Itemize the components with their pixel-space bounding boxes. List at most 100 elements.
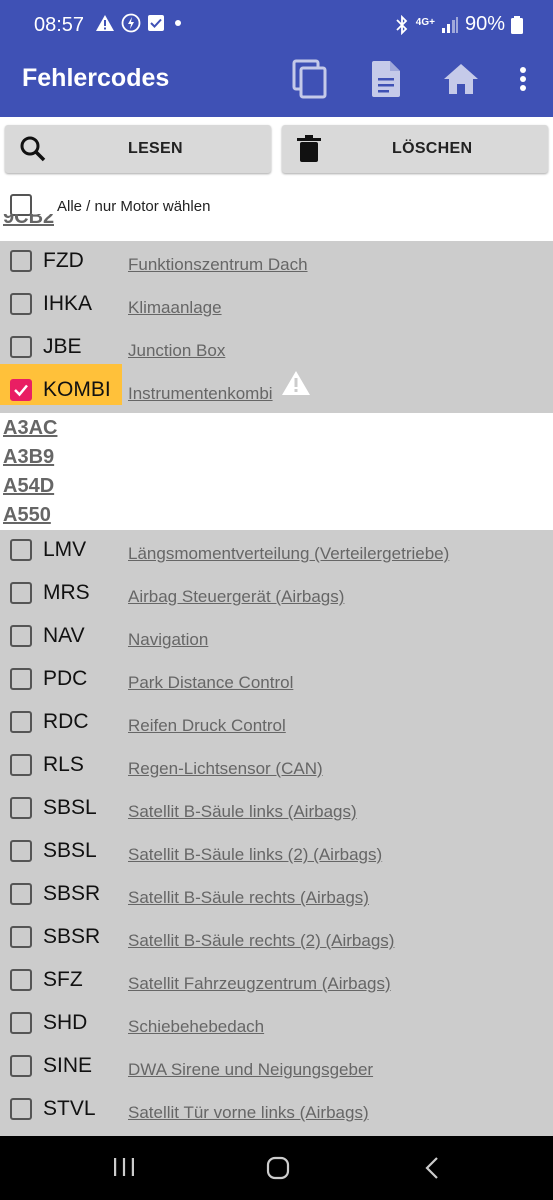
module-row[interactable]: SHD Schiebehebedach [0,1003,553,1046]
module-row[interactable]: SBSR Satellit B-Säule rechts (2) (Airbags… [0,917,553,960]
module-description-link[interactable]: Satellit B-Säule links (2) (Airbags) [128,845,382,865]
module-description-link[interactable]: Längsmomentverteilung (Verteilergetriebe… [128,544,449,564]
module-description-link[interactable]: Satellit Fahrzeugzentrum (Airbags) [128,974,391,994]
module-description-link[interactable]: Junction Box [128,341,225,361]
app-bar: Fehlercodes [0,42,553,117]
module-description-link[interactable]: Satellit B-Säule links (Airbags) [128,802,357,822]
module-checkbox[interactable] [10,1098,32,1120]
module-code: NAV [43,624,85,647]
module-row[interactable]: IHKA Klimaanlage [0,284,553,327]
checkbox-notification-icon [148,15,164,31]
module-description-link[interactable]: Reifen Druck Control [128,716,286,736]
module-description-link[interactable]: Navigation [128,630,208,650]
module-checkbox[interactable] [10,379,32,401]
module-group-bottom: LMV Längsmomentverteilung (Verteilergetri… [0,530,553,1136]
home-button[interactable] [441,58,481,100]
module-checkbox[interactable] [10,668,32,690]
module-checkbox[interactable] [10,711,32,733]
home-nav-icon[interactable] [266,1156,290,1180]
read-button[interactable]: LESEN [5,125,271,173]
module-description-link[interactable]: Klimaanlage [128,298,222,318]
home-icon [444,64,478,94]
module-code: FZD [43,249,84,272]
check-icon [14,384,28,397]
module-row[interactable]: SBSR Satellit B-Säule rechts (Airbags) [0,874,553,917]
module-code: SBSR [43,882,101,905]
more-options-button[interactable] [503,58,543,100]
module-checkbox[interactable] [10,797,32,819]
module-checkbox[interactable] [10,840,32,862]
module-code: PDC [43,667,88,690]
module-description-link[interactable]: Park Distance Control [128,673,293,693]
dtc-code-list: A3AC A3B9 A54D A550 [0,413,553,530]
dtc-code-partial-text: 9CB2 [3,214,55,228]
module-description-link[interactable]: Satellit B-Säule rechts (Airbags) [128,888,369,908]
dtc-code-link[interactable]: A54D [3,475,54,498]
module-description-link[interactable]: Schiebehebedach [128,1017,264,1037]
module-row[interactable]: MRS Airbag Steuergerät (Airbags) [0,573,553,616]
module-checkbox[interactable] [10,1012,32,1034]
dtc-code-link[interactable]: A550 [3,504,51,527]
module-checkbox[interactable] [10,293,32,315]
document-button[interactable] [366,58,406,100]
module-checkbox[interactable] [10,250,32,272]
dot-icon [175,20,181,26]
module-description-link[interactable]: Satellit B-Säule rechts (2) (Airbags) [128,931,394,951]
module-checkbox[interactable] [10,969,32,991]
module-code: SFZ [43,968,83,991]
module-description-link[interactable]: Instrumentenkombi [128,384,273,404]
module-row[interactable]: SFZ Satellit Fahrzeugzentrum (Airbags) [0,960,553,1003]
module-row[interactable]: SBSL Satellit B-Säule links (2) (Airbags) [0,831,553,874]
module-checkbox[interactable] [10,754,32,776]
search-icon [20,136,46,162]
network-type: 4G+ [415,16,435,28]
read-button-label: LESEN [128,140,183,157]
module-description-link[interactable]: Funktionszentrum Dach [128,255,308,275]
select-all-checkbox[interactable] [10,194,32,216]
dtc-code-partial[interactable]: 9CB2 [3,214,54,228]
module-row[interactable]: SBSL Satellit B-Säule links (Airbags) [0,788,553,831]
module-checkbox[interactable] [10,539,32,561]
module-code: KOMBI [43,378,111,401]
module-description-link[interactable]: DWA Sirene und Neigungsgeber [128,1060,373,1080]
module-checkbox[interactable] [10,883,32,905]
module-row[interactable]: RLS Regen-Lichtsensor (CAN) [0,745,553,788]
module-row[interactable]: RDC Reifen Druck Control [0,702,553,745]
module-row[interactable]: STVL Satellit Tür vorne links (Airbags) [0,1089,553,1132]
module-checkbox[interactable] [10,1055,32,1077]
module-checkbox[interactable] [10,926,32,948]
document-icon [372,61,400,97]
module-code: SHD [43,1011,88,1034]
back-icon[interactable] [424,1156,440,1180]
module-description-link[interactable]: Regen-Lichtsensor (CAN) [128,759,323,779]
module-description-link[interactable]: Satellit Tür vorne links (Airbags) [128,1103,369,1123]
select-all-row[interactable]: Alle / nur Motor wählen [0,185,553,227]
module-row[interactable]: PDC Park Distance Control [0,659,553,702]
status-notification-icons [95,13,185,33]
module-checkbox[interactable] [10,336,32,358]
copy-button[interactable] [290,58,330,100]
trash-icon [297,135,321,162]
dtc-code-link[interactable]: A3B9 [3,446,54,469]
dtc-code-link[interactable]: A3AC [3,417,57,440]
module-code: IHKA [43,292,93,315]
warning-icon [281,370,311,401]
module-row[interactable]: FZD Funktionszentrum Dach [0,241,553,284]
module-row[interactable]: KOMBI Instrumentenkombi [0,364,553,413]
module-checkbox[interactable] [10,582,32,604]
delete-button-label: LÖSCHEN [392,140,473,157]
module-code: STVL [43,1097,96,1120]
module-row[interactable]: SINE DWA Sirene und Neigungsgeber [0,1046,553,1089]
page-title: Fehlercodes [22,64,170,92]
module-row[interactable]: LMV Längsmomentverteilung (Verteilergetri… [0,530,553,573]
module-group-top: FZD Funktionszentrum Dach IHKA Klimaanlage J… [0,241,553,413]
battery-icon [511,15,523,34]
module-description-link[interactable]: Airbag Steuergerät (Airbags) [128,587,344,607]
module-checkbox[interactable] [10,625,32,647]
signal-icon [441,16,458,33]
recent-apps-icon[interactable] [113,1156,135,1178]
module-row[interactable]: NAV Navigation [0,616,553,659]
delete-button[interactable]: LÖSCHEN [282,125,548,173]
select-all-label: Alle / nur Motor wählen [57,198,211,215]
more-vert-icon [520,67,526,91]
